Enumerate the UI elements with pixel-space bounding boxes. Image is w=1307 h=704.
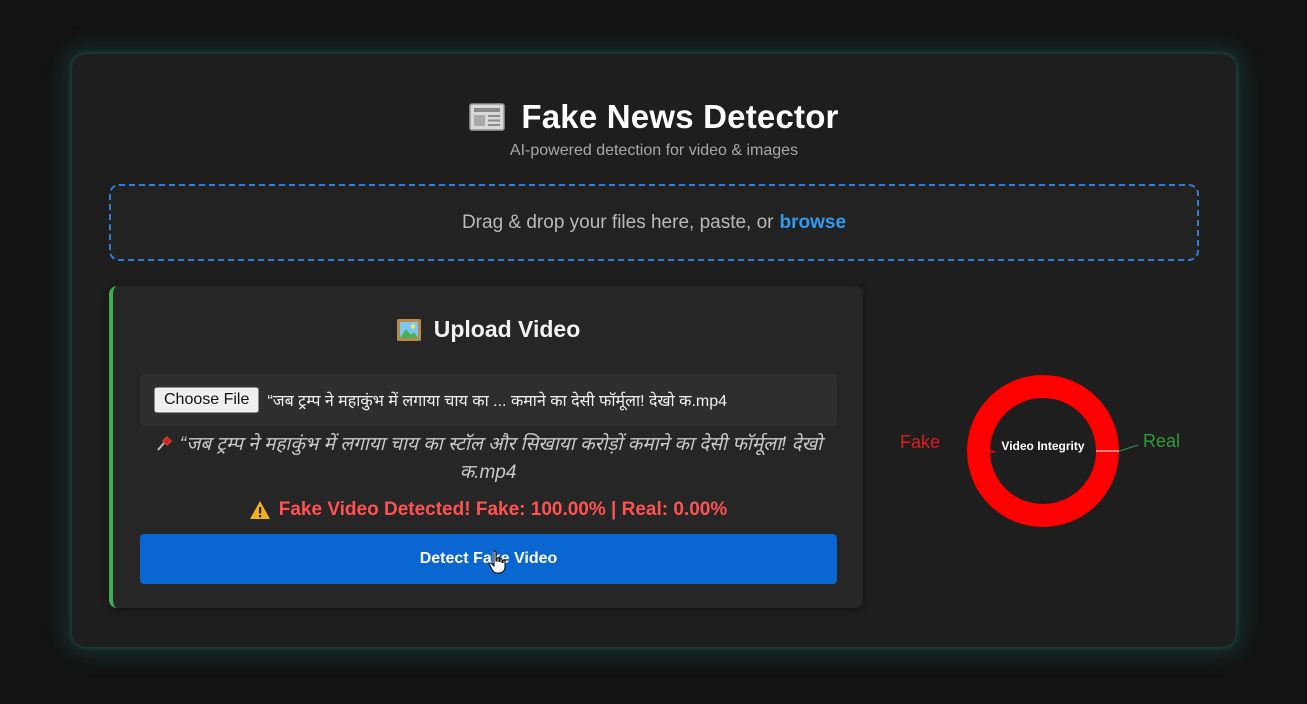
panel-title: Upload Video: [433, 316, 581, 342]
detection-result: Fake Video Detected! Fake: 100.00% | Rea…: [113, 499, 863, 521]
warning-icon: [249, 501, 270, 519]
chart-leader-real: [1119, 444, 1139, 452]
file-caption-text: “जब ट्रम्प ने महाकुंभ में लगाया चाय का स…: [179, 434, 823, 483]
file-drop-zone[interactable]: Drag & drop your files here, paste, or b…: [109, 184, 1199, 261]
file-caption: “जब ट्रम्प ने महाकुंभ में लगाया चाय का स…: [153, 431, 823, 487]
choose-file-button[interactable]: Choose File: [154, 387, 260, 413]
chart-center-title: Video Integrity: [1001, 439, 1085, 453]
selected-file-name: “जब ट्रम्प ने महाकुंभ में लगाया चाय का .…: [267, 393, 728, 410]
app-card: Fake News Detector AI-powered detection …: [72, 54, 1236, 647]
panel-title-row: Upload Video: [113, 316, 863, 343]
hand-cursor-icon: [488, 550, 506, 574]
upload-video-panel: Upload Video Choose File “जब ट्रम्प ने म…: [109, 286, 863, 608]
detect-fake-video-button[interactable]: Detect Fake Video: [140, 534, 837, 584]
framed-picture-icon: [396, 318, 421, 341]
title-row: Fake News Detector: [72, 98, 1236, 136]
chart-label-fake: Fake: [900, 432, 941, 452]
pushpin-icon: [157, 436, 172, 451]
chart-svg: [967, 375, 1139, 527]
chart-label-real: Real: [1143, 431, 1181, 451]
newspaper-icon: [469, 103, 506, 131]
file-input[interactable]: Choose File “जब ट्रम्प ने महाकुंभ में लग…: [140, 374, 837, 426]
page-title: Fake News Detector: [521, 98, 839, 135]
header: Fake News Detector AI-powered detection …: [72, 98, 1236, 160]
result-text: Fake Video Detected! Fake: 100.00% | Rea…: [278, 499, 728, 520]
video-integrity-chart: Fake Real Video Integrity: [892, 354, 1212, 554]
browse-link[interactable]: browse: [780, 212, 847, 234]
page-subtitle: AI-powered detection for video & images: [509, 142, 799, 159]
drop-zone-text: Drag & drop your files here, paste, or: [461, 211, 774, 233]
